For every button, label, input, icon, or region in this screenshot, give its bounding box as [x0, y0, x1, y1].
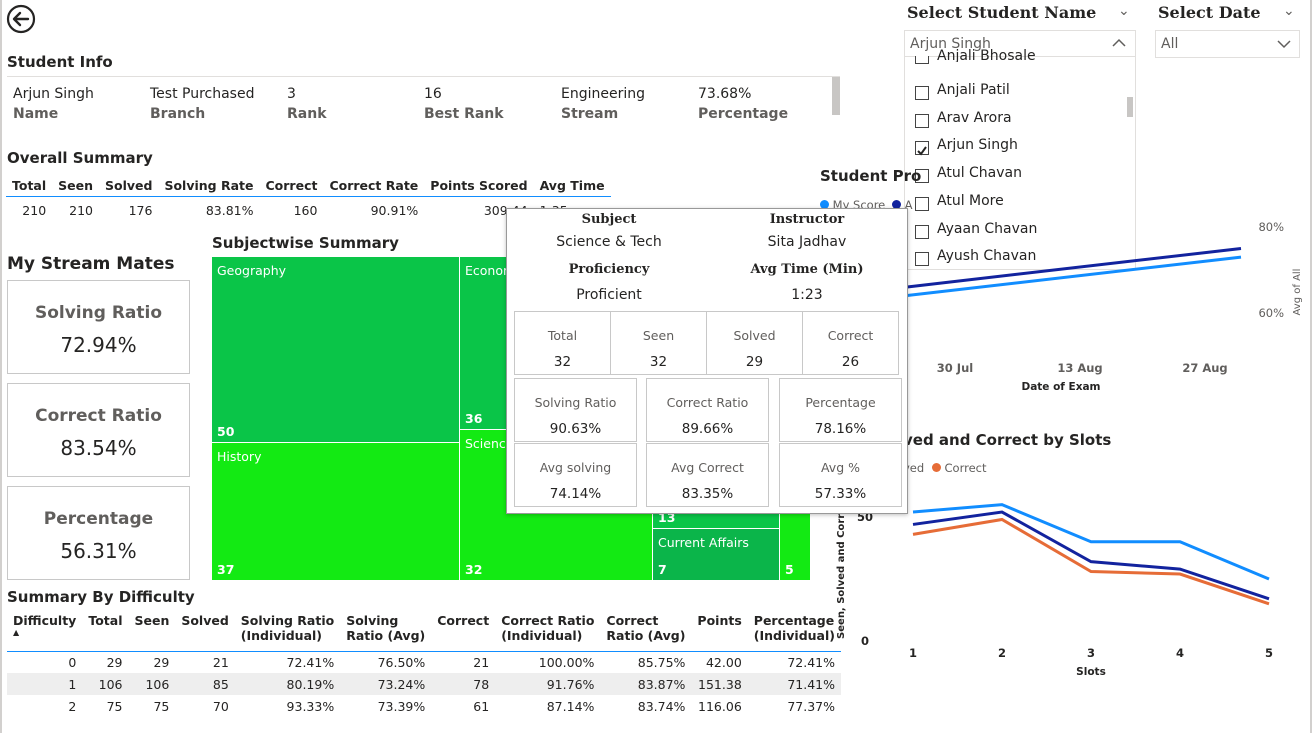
tooltip-avg-cell: Avg Correct 83.35% — [646, 443, 769, 507]
metric-label: Correct Ratio — [666, 395, 749, 410]
metric-label: Avg % — [820, 460, 860, 475]
slots-legend: ved Correct — [903, 461, 986, 475]
legend-dot-correct — [931, 463, 941, 472]
tooltip-avg-cell: Avg % 57.33% — [779, 443, 902, 507]
x-tick-label: 27 Aug — [1182, 361, 1227, 375]
tooltip-proficiency-label: Proficiency — [568, 262, 650, 277]
legend-correct: Correct — [944, 461, 987, 475]
subject-tooltip: Subject Science & Tech Instructor Sita J… — [506, 208, 908, 514]
tooltip-ratio-cell: Solving Ratio 90.63% — [514, 378, 637, 442]
page-left-border — [0, 0, 2, 733]
metric-label: Seen — [642, 328, 675, 343]
metric-value: 90.63% — [549, 421, 602, 437]
metric-label: Correct — [827, 328, 874, 343]
metric-label: Total — [547, 328, 578, 343]
progress-series-line — [904, 247, 1242, 289]
metric-value: 83.35% — [681, 486, 734, 502]
x-axis-label: Date of Exam — [1021, 381, 1100, 393]
y-axis-label: Seen, Solved and Correc — [836, 501, 847, 639]
tooltip-ratio-cell: Percentage 78.16% — [779, 378, 902, 442]
x-axis-label: Slots — [1076, 666, 1106, 678]
x-tick-label: 4 — [1176, 646, 1184, 660]
tooltip-subject: Science & Tech — [556, 234, 662, 250]
y-tick-label: 0 — [861, 634, 869, 648]
metric-label: Solved — [733, 328, 776, 343]
tooltip-count-cell: Solved 29 — [706, 311, 803, 375]
metric-value: 32 — [649, 354, 668, 370]
x-tick-label: 2 — [998, 646, 1006, 660]
y-axis-label: Avg of All — [1292, 269, 1303, 316]
page-right-border — [1310, 0, 1312, 733]
metric-label: Percentage — [805, 395, 876, 410]
y-tick-label: 80% — [1258, 220, 1284, 234]
x-tick-label: 3 — [1087, 646, 1095, 660]
tooltip-avgtime-label: Avg Time (Min) — [750, 262, 864, 277]
tooltip-avg-cell: Avg solving 74.14% — [514, 443, 637, 507]
metric-value: 89.66% — [681, 421, 734, 437]
x-tick-label: 30 Jul — [937, 361, 973, 375]
tooltip-avgtime: 1:23 — [791, 287, 823, 303]
metric-value: 29 — [745, 354, 764, 370]
x-tick-label: 1 — [909, 646, 917, 660]
slots-chart-title: ved and Correct by Slots — [903, 431, 1112, 449]
metric-label: Avg Correct — [671, 460, 744, 475]
metric-value: 78.16% — [814, 421, 867, 437]
tooltip-count-cell: Seen 32 — [610, 311, 707, 375]
tooltip-instructor-label: Instructor — [769, 212, 845, 227]
tooltip-ratio-cell: Correct Ratio 89.66% — [646, 378, 769, 442]
metric-value: 26 — [841, 354, 860, 370]
progress-series-line — [904, 255, 1242, 298]
tooltip-count-cell: Total 32 — [514, 311, 611, 375]
tooltip-count-cell: Correct 26 — [802, 311, 899, 375]
y-tick-label: 60% — [1258, 306, 1284, 320]
tooltip-subject-label: Subject — [581, 212, 637, 227]
x-tick-label: 13 Aug — [1057, 361, 1102, 375]
metric-label: Avg solving — [539, 460, 612, 475]
x-tick-label: 5 — [1265, 646, 1273, 660]
metric-value: 57.33% — [814, 486, 867, 502]
metric-label: Solving Ratio — [534, 395, 617, 410]
metric-value: 32 — [553, 354, 572, 370]
metric-value: 74.14% — [549, 486, 602, 502]
tooltip-proficiency: Proficient — [576, 287, 642, 303]
tooltip-instructor: Sita Jadhav — [767, 234, 847, 250]
